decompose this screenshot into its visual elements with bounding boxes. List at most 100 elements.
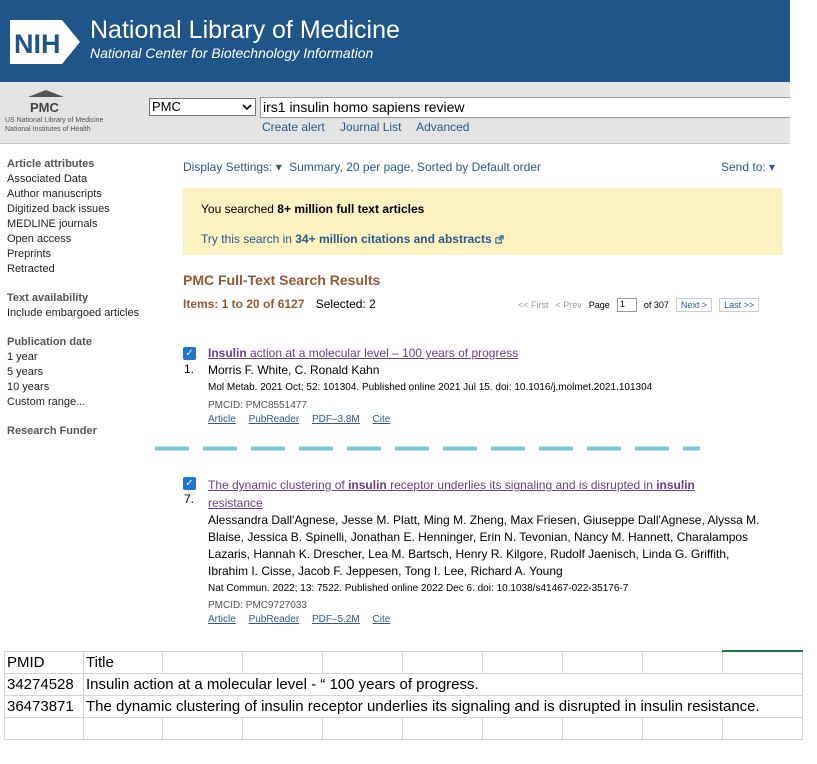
pagination: << First < Prev Page 1 of 307 Next > Las… (518, 298, 760, 312)
cite-link[interactable]: Cite (373, 414, 391, 425)
empty-cell[interactable] (482, 716, 563, 740)
empty-cell[interactable] (162, 716, 243, 740)
result-title-link[interactable]: The dynamic clustering of insulin recept… (208, 476, 748, 512)
empty-cell[interactable] (322, 650, 403, 674)
spreadsheet-row: 36473871 The dynamic clustering of insul… (4, 694, 803, 718)
page-total: of 307 (643, 300, 669, 310)
pmid-cell[interactable]: 34274528 (4, 672, 84, 696)
pmc-logo-icon[interactable]: PMC (26, 89, 66, 115)
caret-down-icon: ▾ (275, 160, 282, 174)
article-link[interactable]: Article (208, 414, 236, 425)
prev-page-link[interactable]: < Prev (556, 300, 582, 310)
display-settings-value: Summary, 20 per page, Sorted by Default … (289, 160, 541, 174)
spreadsheet-row (4, 716, 803, 740)
filter-1-year[interactable]: 1 year (7, 351, 157, 363)
filter-sidebar: Article attributes Associated Data Autho… (7, 158, 157, 440)
filter-medline-journals[interactable]: MEDLINE journals (7, 218, 157, 230)
empty-cell[interactable] (562, 716, 643, 740)
result-citation: Nat Commun. 2022; 13: 7522. Published on… (208, 583, 629, 594)
external-link-icon (495, 235, 504, 244)
empty-cell[interactable] (562, 650, 643, 674)
empty-cell[interactable] (482, 650, 563, 674)
header-cell-pmid[interactable]: PMID (4, 650, 84, 674)
page-label: Page (588, 300, 610, 310)
result-title-link[interactable]: Insulin action at a molecular level – 10… (208, 346, 518, 360)
filter-associated-data[interactable]: Associated Data (7, 173, 157, 185)
database-select[interactable]: PMC (149, 98, 256, 116)
empty-cell[interactable] (242, 716, 323, 740)
first-page-link[interactable]: << First (518, 300, 549, 310)
title-cell[interactable]: Insulin action at a molecular level - “ … (83, 672, 803, 696)
pubreader-link[interactable]: PubReader (249, 414, 300, 425)
cite-link[interactable]: Cite (373, 614, 391, 625)
empty-cell[interactable] (402, 716, 483, 740)
chevron-down-icon (242, 104, 252, 111)
pdf-link[interactable]: PDF–5.2M (312, 614, 360, 625)
notice-line1: You searched 8+ million full text articl… (201, 202, 425, 216)
result-links: Article PubReader PDF–5.2M Cite (208, 614, 400, 625)
filter-heading-publication-date: Publication date (7, 336, 92, 348)
empty-cell[interactable] (242, 650, 323, 674)
empty-cell[interactable] (4, 716, 84, 740)
result-number: 7. (184, 492, 195, 506)
result-pmcid: PMCID: PMC9727033 (208, 600, 307, 611)
site-subtitle: National Center for Biotechnology Inform… (90, 45, 374, 61)
pubreader-link[interactable]: PubReader (249, 614, 300, 625)
filter-heading-article-attributes: Article attributes (7, 158, 95, 170)
page-number-input[interactable]: 1 (616, 298, 637, 312)
svg-text:PMC: PMC (30, 100, 60, 115)
filter-heading-text-availability: Text availability (7, 292, 89, 304)
filter-open-access[interactable]: Open access (7, 233, 157, 245)
pmid-cell[interactable]: 36473871 (4, 694, 84, 718)
search-links: Create alert Journal List Advanced (262, 120, 481, 134)
next-page-button[interactable]: Next > (675, 298, 713, 312)
empty-cell[interactable] (722, 716, 803, 740)
items-count: Items: 1 to 20 of 6127 (183, 297, 305, 311)
result-authors: Alessandra Dall'Agnese, Jesse M. Platt, … (208, 513, 760, 578)
title-cell[interactable]: The dynamic clustering of insulin recept… (83, 694, 803, 718)
selected-cell[interactable] (722, 650, 803, 674)
filter-digitized-back-issues[interactable]: Digitized back issues (7, 203, 157, 215)
journal-list-link[interactable]: Journal List (340, 120, 401, 134)
header-cell-title[interactable]: Title (83, 650, 163, 674)
items-summary: Items: 1 to 20 of 6127 Selected: 2 (183, 297, 376, 311)
empty-cell[interactable] (83, 716, 163, 740)
send-to-menu[interactable]: Send to: ▾ (721, 160, 775, 174)
filter-heading-research-funder[interactable]: Research Funder (7, 425, 157, 437)
filter-custom-range[interactable]: Custom range... (7, 396, 157, 408)
result-links: Article PubReader PDF–3.8M Cite (208, 414, 400, 425)
filter-include-embargoed[interactable]: Include embargoed articles (7, 307, 157, 319)
notice-try-link[interactable]: Try this search in 34+ million citations… (201, 232, 504, 246)
create-alert-link[interactable]: Create alert (262, 120, 325, 134)
article-link[interactable]: Article (208, 614, 236, 625)
search-input[interactable]: irs1 insulin homo sapiens review (260, 97, 790, 118)
filter-10-years[interactable]: 10 years (7, 381, 157, 393)
display-settings[interactable]: Display Settings: ▾ Summary, 20 per page… (183, 160, 541, 174)
result-checkbox[interactable]: ✓ (183, 477, 196, 490)
result-citation: Mol Metab. 2021 Oct; 52: 101304. Publish… (208, 382, 653, 393)
empty-cell[interactable] (162, 650, 243, 674)
svg-text:NIH: NIH (14, 29, 61, 59)
last-page-button[interactable]: Last >> (719, 298, 760, 312)
spreadsheet-header-row: PMID Title (4, 650, 803, 674)
pdf-link[interactable]: PDF–3.8M (312, 414, 360, 425)
advanced-search-link[interactable]: Advanced (416, 120, 469, 134)
empty-cell[interactable] (642, 650, 723, 674)
filter-retracted[interactable]: Retracted (7, 263, 157, 275)
result-checkbox[interactable]: ✓ (183, 347, 196, 360)
spreadsheet-table: PMID Title 34274528 Insulin action at a … (4, 650, 803, 740)
empty-cell[interactable] (402, 650, 483, 674)
search-notice: You searched 8+ million full text articl… (183, 188, 782, 255)
filter-preprints[interactable]: Preprints (7, 248, 157, 260)
nih-logo-icon[interactable]: NIH (8, 18, 82, 66)
filter-author-manuscripts[interactable]: Author manuscripts (7, 188, 157, 200)
empty-cell[interactable] (642, 716, 723, 740)
caret-down-icon: ▾ (769, 160, 776, 174)
result-authors: Morris F. White, C. Ronald Kahn (208, 363, 380, 377)
site-title[interactable]: National Library of Medicine (90, 16, 400, 45)
empty-cell[interactable] (322, 716, 403, 740)
filter-5-years[interactable]: 5 years (7, 366, 157, 378)
omitted-results-separator (155, 446, 700, 451)
result-item: ✓ 7. The dynamic clustering of insulin r… (183, 476, 783, 628)
selected-count[interactable]: Selected: 2 (316, 297, 376, 311)
